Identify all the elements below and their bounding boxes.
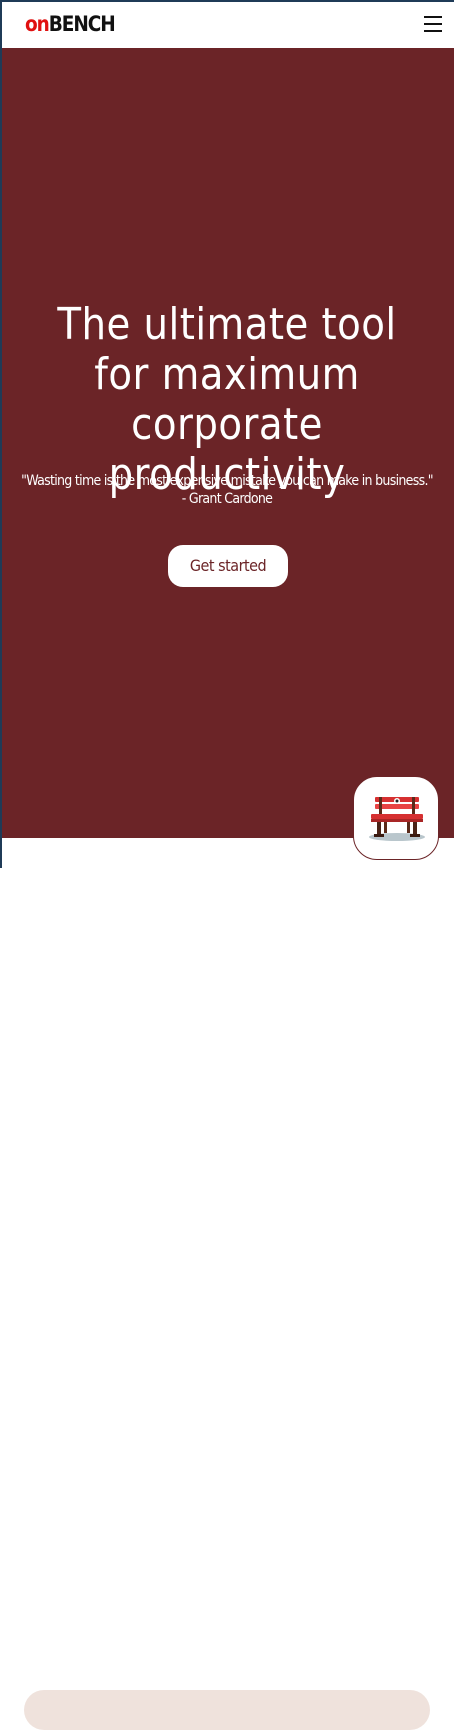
logo-main: BENCH (48, 12, 116, 36)
hero-title: The ultimate tool for maximum corporate … (57, 299, 397, 500)
menu-line (424, 30, 442, 32)
menu-line (424, 23, 442, 25)
get-started-button[interactable]: Get started (168, 545, 288, 587)
logo-prefix: on (25, 12, 50, 36)
quote-author: - Grant Cardone (181, 491, 273, 507)
hero-quote: "Wasting time is the most expensive mist… (0, 472, 454, 508)
quote-text: "Wasting time is the most expensive mist… (21, 473, 433, 489)
menu-line (424, 16, 442, 18)
bench-icon (369, 797, 425, 841)
feature-card (24, 1690, 430, 1730)
brand-logo[interactable]: onBENCH (25, 11, 116, 37)
bench-fab-button[interactable] (353, 776, 439, 860)
navbar: onBENCH (0, 0, 454, 48)
hamburger-menu-icon[interactable] (424, 16, 442, 32)
hero-section: The ultimate tool for maximum corporate … (0, 48, 454, 838)
